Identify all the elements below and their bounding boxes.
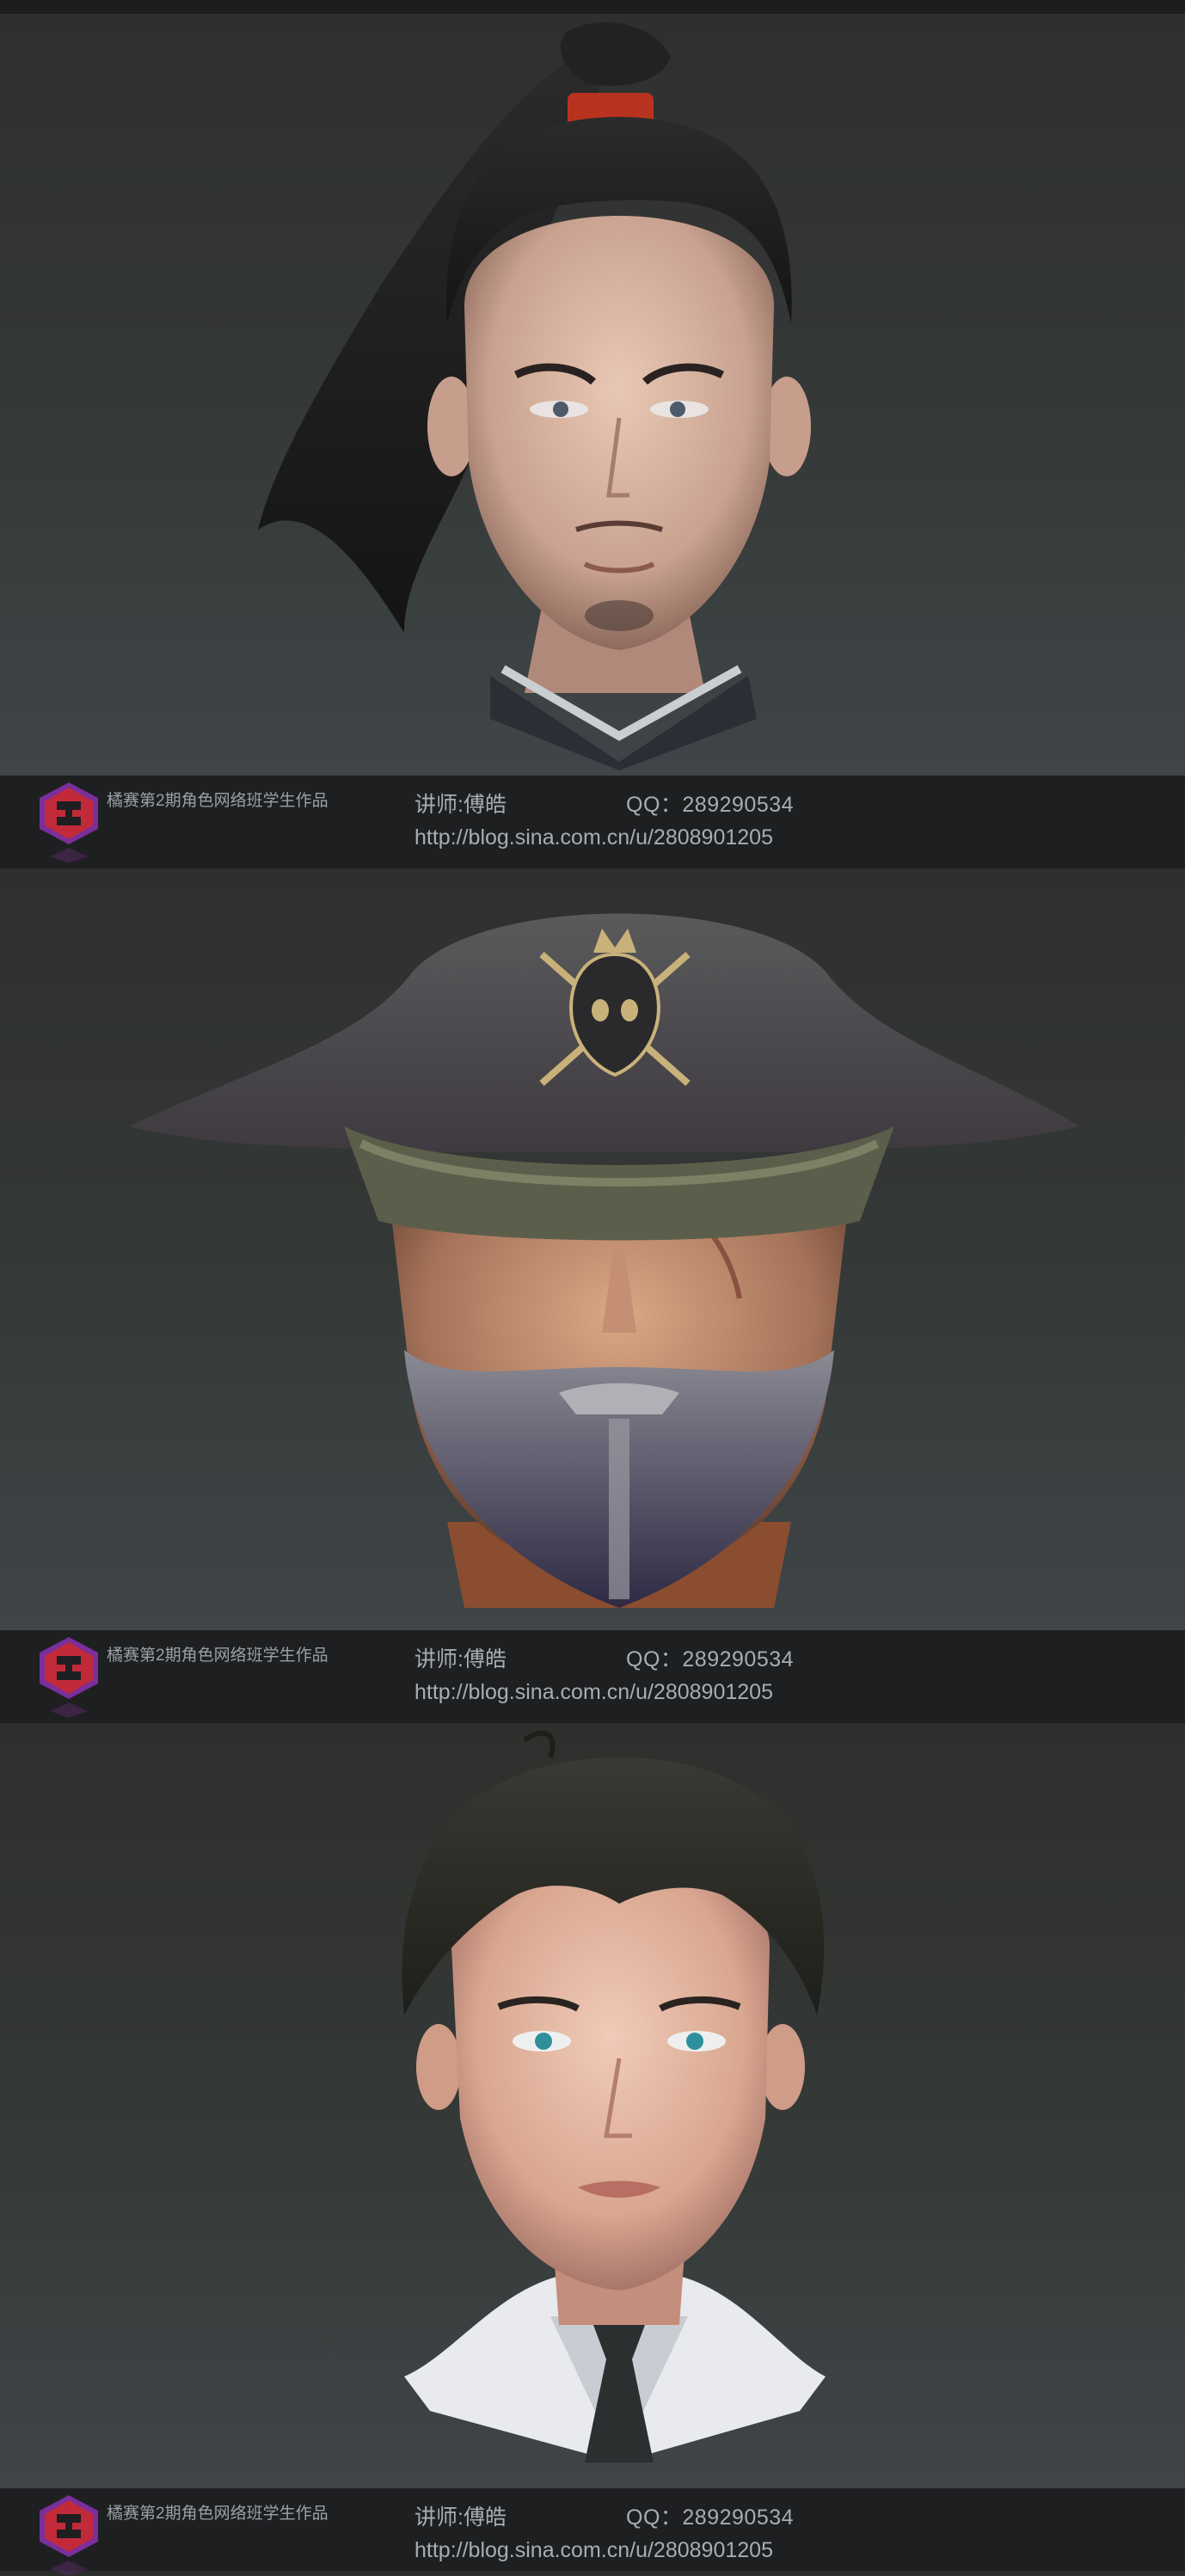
pirate-head-illustration bbox=[129, 913, 1079, 1608]
left-iris bbox=[553, 402, 568, 417]
teacher-label: 讲师:傅皓 bbox=[414, 1647, 507, 1671]
caption-bar-3: 橘赛第2期角色网络班学生作品 讲师:傅皓 QQ：289290534 http:/… bbox=[0, 2488, 1185, 2576]
school-label: 橘赛第2期角色网络班学生作品 bbox=[107, 792, 328, 810]
render-panel-2 bbox=[0, 868, 1185, 1630]
face bbox=[451, 1869, 770, 2291]
right-iris bbox=[670, 402, 685, 417]
qq-label: QQ：289290534 bbox=[626, 1647, 795, 1671]
caption-bar-2: 橘赛第2期角色网络班学生作品 讲师:傅皓 QQ：289290534 http:/… bbox=[0, 1630, 1185, 1723]
shirt-tie-man-head-illustration bbox=[402, 1730, 826, 2463]
skull-eye-right bbox=[621, 999, 638, 1021]
left-iris bbox=[535, 2033, 552, 2050]
school-label: 橘赛第2期角色网络班学生作品 bbox=[107, 2505, 328, 2523]
top-strip bbox=[0, 0, 1185, 14]
ponytail-man-head-illustration bbox=[258, 22, 811, 770]
chin-beard bbox=[585, 600, 654, 631]
caption-bar-1: 橘赛第2期角色网络班学生作品 讲师:傅皓 QQ：289290534 http:/… bbox=[0, 776, 1185, 868]
hair-top-knot bbox=[560, 22, 671, 86]
right-iris bbox=[686, 2033, 703, 2050]
teacher-label: 讲师:傅皓 bbox=[414, 2505, 507, 2530]
skull-eye-left bbox=[592, 999, 609, 1021]
render-panel-1 bbox=[0, 14, 1185, 776]
left-ear bbox=[416, 2024, 461, 2110]
blog-url: http://blog.sina.com.cn/u/2808901205 bbox=[414, 1680, 773, 1704]
teacher-label: 讲师:傅皓 bbox=[414, 793, 507, 817]
school-logo-icon bbox=[40, 2495, 98, 2576]
hair-strand bbox=[523, 1730, 556, 1758]
qq-label: QQ：289290534 bbox=[626, 2505, 795, 2530]
mustache bbox=[559, 1383, 679, 1414]
qq-label: QQ：289290534 bbox=[626, 793, 795, 817]
blog-url: http://blog.sina.com.cn/u/2808901205 bbox=[414, 825, 773, 849]
school-label: 橘赛第2期角色网络班学生作品 bbox=[107, 1647, 328, 1665]
school-logo-icon bbox=[40, 782, 98, 863]
beard-braid bbox=[609, 1419, 629, 1599]
render-panel-3 bbox=[0, 1723, 1185, 2488]
school-logo-icon bbox=[40, 1637, 98, 1718]
blog-url: http://blog.sina.com.cn/u/2808901205 bbox=[414, 2538, 773, 2562]
